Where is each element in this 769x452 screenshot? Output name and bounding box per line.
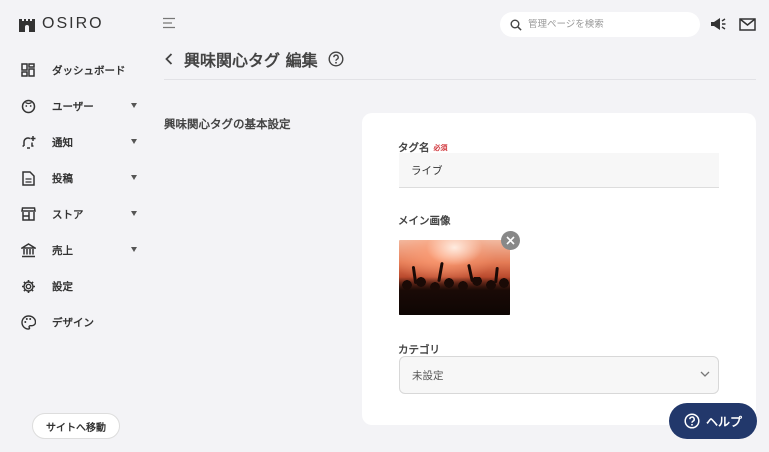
search-bar[interactable]: [500, 12, 700, 37]
search-icon: [510, 19, 522, 31]
gear-icon: [20, 278, 36, 294]
header-divider: [164, 79, 756, 80]
mail-icon[interactable]: [738, 15, 756, 33]
brand-name: OSIRO: [42, 15, 104, 32]
bank-icon: [20, 242, 36, 258]
announcement-icon[interactable]: [709, 15, 727, 33]
hamburger-menu-icon[interactable]: [162, 17, 176, 29]
sidebar-item-store[interactable]: ストア: [0, 196, 150, 232]
dashboard-icon: [20, 62, 36, 78]
sidebar-item-label: 投稿: [52, 172, 73, 185]
sidebar-item-design[interactable]: デザイン: [0, 304, 150, 340]
back-arrow-icon[interactable]: [164, 52, 174, 66]
palette-icon: [20, 314, 36, 330]
main-image-label: メイン画像: [398, 215, 451, 227]
caret-down-icon: [131, 103, 137, 108]
go-to-site-button[interactable]: サイトへ移動: [32, 413, 120, 439]
sidebar-item-settings[interactable]: 設定: [0, 268, 150, 304]
caret-down-icon: [131, 139, 137, 144]
crowd-silhouette: [399, 277, 510, 315]
sidebar-item-notifications[interactable]: 通知: [0, 124, 150, 160]
search-input[interactable]: [528, 19, 688, 30]
help-circle-icon: [684, 413, 700, 429]
remove-image-button[interactable]: [501, 231, 520, 250]
close-icon: [506, 236, 515, 245]
sidebar-item-label: 通知: [52, 136, 73, 149]
section-label: 興味関心タグの基本設定: [164, 117, 291, 131]
sidebar-item-label: デザイン: [52, 316, 94, 329]
sidebar: OSIRO ダッシュボード ユーザー 通知 投稿 ストア 売上 設定 デザイン …: [0, 0, 150, 452]
sidebar-item-label: 売上: [52, 244, 73, 257]
category-label: カテゴリ: [398, 344, 440, 356]
caret-down-icon: [131, 247, 137, 252]
category-select[interactable]: 未設定: [399, 356, 719, 394]
concert-image: [399, 240, 510, 315]
page-title: 興味関心タグ 編集: [184, 51, 318, 70]
sidebar-item-label: ユーザー: [52, 100, 94, 113]
sidebar-nav: ダッシュボード ユーザー 通知 投稿 ストア 売上 設定 デザイン: [0, 52, 150, 340]
caret-down-icon: [131, 211, 137, 216]
sidebar-item-label: 設定: [52, 280, 73, 293]
sidebar-item-posts[interactable]: 投稿: [0, 160, 150, 196]
document-icon: [20, 170, 36, 186]
help-button[interactable]: ヘルプ: [669, 403, 757, 439]
form-card: タグ名 必須 ライブ メイン画像 カテゴリ 未設定: [362, 113, 756, 425]
bell-plus-icon: [20, 134, 36, 150]
page-header: 興味関心タグ 編集: [164, 46, 344, 72]
caret-down-icon: [131, 175, 137, 180]
chevron-down-icon: [700, 371, 710, 377]
sidebar-item-label: ストア: [52, 208, 84, 221]
sidebar-item-users[interactable]: ユーザー: [0, 88, 150, 124]
help-circle-icon[interactable]: [328, 51, 344, 67]
category-value: 未設定: [412, 369, 444, 382]
required-badge: 必須: [433, 143, 448, 152]
main-image-preview[interactable]: [399, 240, 510, 315]
castle-logo-icon: [19, 19, 35, 32]
help-button-label: ヘルプ: [705, 414, 742, 429]
sidebar-item-sales[interactable]: 売上: [0, 232, 150, 268]
tag-name-value: ライブ: [411, 164, 443, 177]
sidebar-item-dashboard[interactable]: ダッシュボード: [0, 52, 150, 88]
user-face-icon: [20, 98, 36, 114]
sidebar-item-label: ダッシュボード: [52, 64, 126, 77]
tag-name-input[interactable]: ライブ: [399, 153, 719, 188]
brand-logo[interactable]: OSIRO: [18, 14, 104, 34]
store-icon: [20, 206, 36, 222]
